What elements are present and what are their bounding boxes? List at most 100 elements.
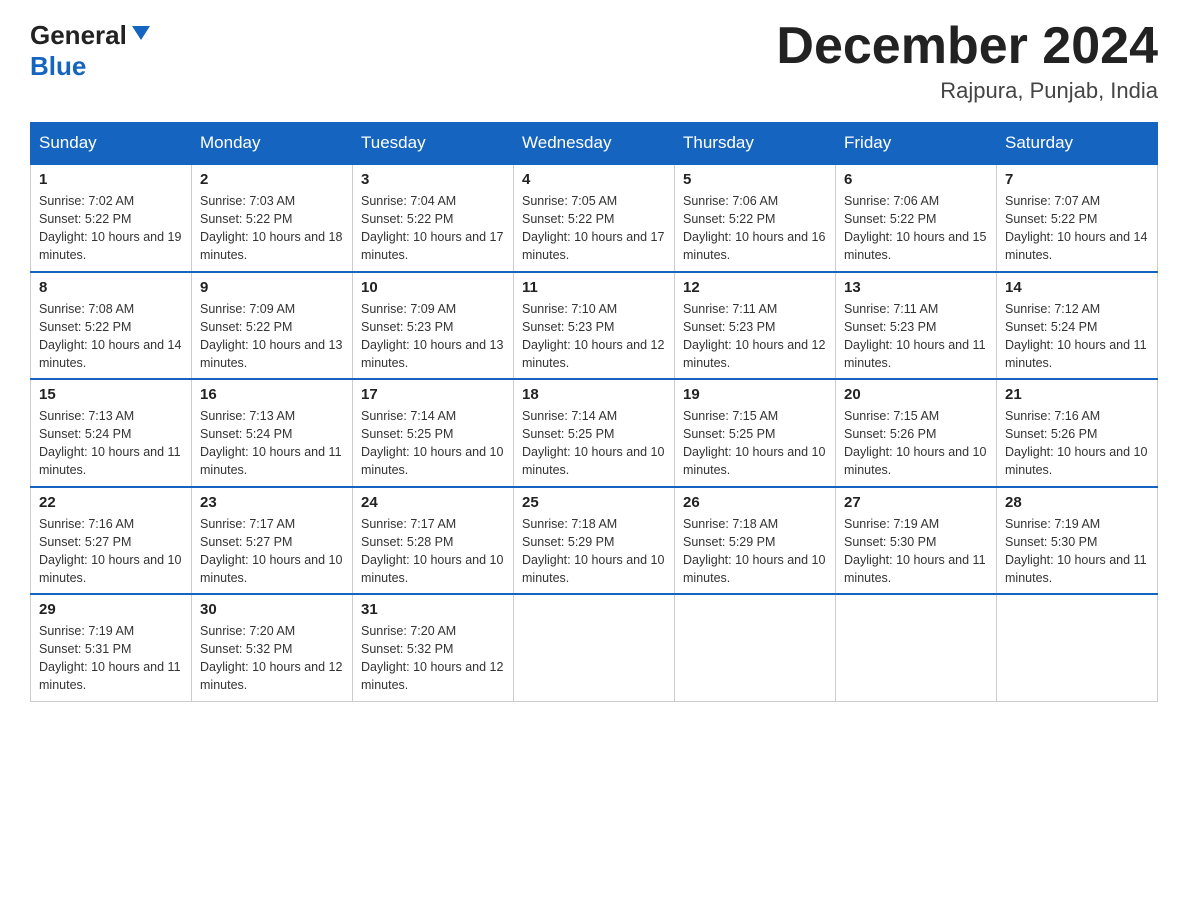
- day-number: 26: [683, 494, 827, 511]
- day-number: 21: [1005, 386, 1149, 403]
- calendar-week-row: 8 Sunrise: 7:08 AM Sunset: 5:22 PM Dayli…: [31, 272, 1158, 380]
- day-number: 4: [522, 171, 666, 188]
- day-info: Sunrise: 7:19 AM Sunset: 5:31 PM Dayligh…: [39, 622, 183, 695]
- day-number: 15: [39, 386, 183, 403]
- day-number: 19: [683, 386, 827, 403]
- table-row: 18 Sunrise: 7:14 AM Sunset: 5:25 PM Dayl…: [514, 379, 675, 487]
- day-number: 17: [361, 386, 505, 403]
- day-info: Sunrise: 7:12 AM Sunset: 5:24 PM Dayligh…: [1005, 300, 1149, 373]
- table-row: 4 Sunrise: 7:05 AM Sunset: 5:22 PM Dayli…: [514, 164, 675, 272]
- day-info: Sunrise: 7:16 AM Sunset: 5:27 PM Dayligh…: [39, 515, 183, 588]
- table-row: 29 Sunrise: 7:19 AM Sunset: 5:31 PM Dayl…: [31, 594, 192, 701]
- day-number: 29: [39, 601, 183, 618]
- day-number: 31: [361, 601, 505, 618]
- table-row: 14 Sunrise: 7:12 AM Sunset: 5:24 PM Dayl…: [997, 272, 1158, 380]
- day-number: 20: [844, 386, 988, 403]
- month-title: December 2024: [776, 20, 1158, 72]
- col-monday: Monday: [192, 123, 353, 165]
- day-info: Sunrise: 7:09 AM Sunset: 5:22 PM Dayligh…: [200, 300, 344, 373]
- page-header: General Blue December 2024 Rajpura, Punj…: [30, 20, 1158, 104]
- day-info: Sunrise: 7:09 AM Sunset: 5:23 PM Dayligh…: [361, 300, 505, 373]
- table-row: 16 Sunrise: 7:13 AM Sunset: 5:24 PM Dayl…: [192, 379, 353, 487]
- table-row: 22 Sunrise: 7:16 AM Sunset: 5:27 PM Dayl…: [31, 487, 192, 595]
- day-info: Sunrise: 7:18 AM Sunset: 5:29 PM Dayligh…: [683, 515, 827, 588]
- calendar-table: Sunday Monday Tuesday Wednesday Thursday…: [30, 122, 1158, 702]
- table-row: 2 Sunrise: 7:03 AM Sunset: 5:22 PM Dayli…: [192, 164, 353, 272]
- day-info: Sunrise: 7:16 AM Sunset: 5:26 PM Dayligh…: [1005, 407, 1149, 480]
- day-info: Sunrise: 7:11 AM Sunset: 5:23 PM Dayligh…: [683, 300, 827, 373]
- table-row: 1 Sunrise: 7:02 AM Sunset: 5:22 PM Dayli…: [31, 164, 192, 272]
- table-row: 30 Sunrise: 7:20 AM Sunset: 5:32 PM Dayl…: [192, 594, 353, 701]
- calendar-week-row: 15 Sunrise: 7:13 AM Sunset: 5:24 PM Dayl…: [31, 379, 1158, 487]
- day-number: 23: [200, 494, 344, 511]
- day-info: Sunrise: 7:14 AM Sunset: 5:25 PM Dayligh…: [361, 407, 505, 480]
- day-number: 16: [200, 386, 344, 403]
- table-row: [675, 594, 836, 701]
- day-info: Sunrise: 7:15 AM Sunset: 5:26 PM Dayligh…: [844, 407, 988, 480]
- location-title: Rajpura, Punjab, India: [776, 78, 1158, 104]
- logo: General Blue: [30, 20, 152, 82]
- day-info: Sunrise: 7:14 AM Sunset: 5:25 PM Dayligh…: [522, 407, 666, 480]
- table-row: 21 Sunrise: 7:16 AM Sunset: 5:26 PM Dayl…: [997, 379, 1158, 487]
- table-row: 7 Sunrise: 7:07 AM Sunset: 5:22 PM Dayli…: [997, 164, 1158, 272]
- day-info: Sunrise: 7:08 AM Sunset: 5:22 PM Dayligh…: [39, 300, 183, 373]
- day-number: 9: [200, 279, 344, 296]
- table-row: 17 Sunrise: 7:14 AM Sunset: 5:25 PM Dayl…: [353, 379, 514, 487]
- day-number: 1: [39, 171, 183, 188]
- table-row: 12 Sunrise: 7:11 AM Sunset: 5:23 PM Dayl…: [675, 272, 836, 380]
- day-info: Sunrise: 7:06 AM Sunset: 5:22 PM Dayligh…: [683, 192, 827, 265]
- day-info: Sunrise: 7:02 AM Sunset: 5:22 PM Dayligh…: [39, 192, 183, 265]
- col-saturday: Saturday: [997, 123, 1158, 165]
- day-info: Sunrise: 7:13 AM Sunset: 5:24 PM Dayligh…: [39, 407, 183, 480]
- col-wednesday: Wednesday: [514, 123, 675, 165]
- day-number: 3: [361, 171, 505, 188]
- logo-blue-text: Blue: [30, 51, 86, 82]
- table-row: 25 Sunrise: 7:18 AM Sunset: 5:29 PM Dayl…: [514, 487, 675, 595]
- table-row: [514, 594, 675, 701]
- day-info: Sunrise: 7:15 AM Sunset: 5:25 PM Dayligh…: [683, 407, 827, 480]
- day-number: 7: [1005, 171, 1149, 188]
- logo-arrow-icon: [130, 22, 152, 44]
- table-row: 23 Sunrise: 7:17 AM Sunset: 5:27 PM Dayl…: [192, 487, 353, 595]
- day-info: Sunrise: 7:06 AM Sunset: 5:22 PM Dayligh…: [844, 192, 988, 265]
- day-number: 24: [361, 494, 505, 511]
- calendar-week-row: 29 Sunrise: 7:19 AM Sunset: 5:31 PM Dayl…: [31, 594, 1158, 701]
- table-row: 24 Sunrise: 7:17 AM Sunset: 5:28 PM Dayl…: [353, 487, 514, 595]
- table-row: 5 Sunrise: 7:06 AM Sunset: 5:22 PM Dayli…: [675, 164, 836, 272]
- day-info: Sunrise: 7:07 AM Sunset: 5:22 PM Dayligh…: [1005, 192, 1149, 265]
- table-row: 26 Sunrise: 7:18 AM Sunset: 5:29 PM Dayl…: [675, 487, 836, 595]
- table-row: 9 Sunrise: 7:09 AM Sunset: 5:22 PM Dayli…: [192, 272, 353, 380]
- calendar-week-row: 22 Sunrise: 7:16 AM Sunset: 5:27 PM Dayl…: [31, 487, 1158, 595]
- table-row: 13 Sunrise: 7:11 AM Sunset: 5:23 PM Dayl…: [836, 272, 997, 380]
- day-number: 12: [683, 279, 827, 296]
- day-number: 18: [522, 386, 666, 403]
- calendar-week-row: 1 Sunrise: 7:02 AM Sunset: 5:22 PM Dayli…: [31, 164, 1158, 272]
- table-row: [997, 594, 1158, 701]
- day-number: 2: [200, 171, 344, 188]
- day-info: Sunrise: 7:13 AM Sunset: 5:24 PM Dayligh…: [200, 407, 344, 480]
- day-info: Sunrise: 7:17 AM Sunset: 5:27 PM Dayligh…: [200, 515, 344, 588]
- logo-line1: General: [30, 20, 152, 51]
- table-row: 27 Sunrise: 7:19 AM Sunset: 5:30 PM Dayl…: [836, 487, 997, 595]
- day-number: 25: [522, 494, 666, 511]
- day-info: Sunrise: 7:10 AM Sunset: 5:23 PM Dayligh…: [522, 300, 666, 373]
- day-number: 5: [683, 171, 827, 188]
- table-row: 28 Sunrise: 7:19 AM Sunset: 5:30 PM Dayl…: [997, 487, 1158, 595]
- day-number: 6: [844, 171, 988, 188]
- day-number: 28: [1005, 494, 1149, 511]
- day-info: Sunrise: 7:05 AM Sunset: 5:22 PM Dayligh…: [522, 192, 666, 265]
- day-number: 13: [844, 279, 988, 296]
- table-row: 8 Sunrise: 7:08 AM Sunset: 5:22 PM Dayli…: [31, 272, 192, 380]
- col-tuesday: Tuesday: [353, 123, 514, 165]
- day-info: Sunrise: 7:20 AM Sunset: 5:32 PM Dayligh…: [361, 622, 505, 695]
- table-row: 11 Sunrise: 7:10 AM Sunset: 5:23 PM Dayl…: [514, 272, 675, 380]
- table-row: [836, 594, 997, 701]
- day-number: 8: [39, 279, 183, 296]
- title-block: December 2024 Rajpura, Punjab, India: [776, 20, 1158, 104]
- day-number: 10: [361, 279, 505, 296]
- calendar-header-row: Sunday Monday Tuesday Wednesday Thursday…: [31, 123, 1158, 165]
- table-row: 19 Sunrise: 7:15 AM Sunset: 5:25 PM Dayl…: [675, 379, 836, 487]
- day-number: 22: [39, 494, 183, 511]
- day-number: 30: [200, 601, 344, 618]
- table-row: 15 Sunrise: 7:13 AM Sunset: 5:24 PM Dayl…: [31, 379, 192, 487]
